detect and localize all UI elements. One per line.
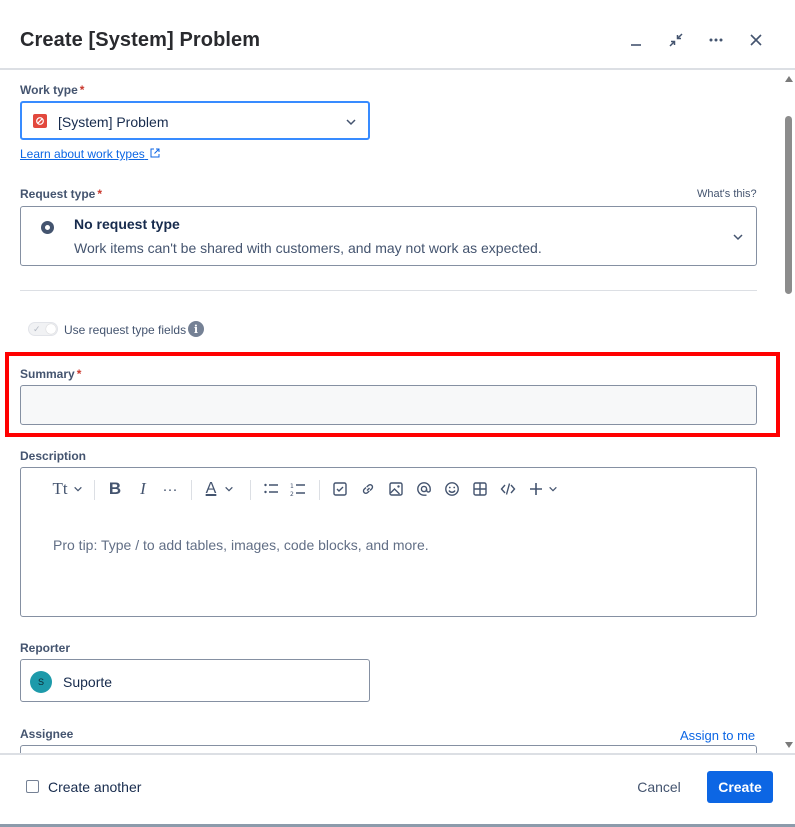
modal-footer: Create another Cancel Create — [0, 753, 795, 827]
section-divider — [20, 290, 757, 291]
code-block-button[interactable] — [498, 478, 518, 500]
minimize-button[interactable] — [620, 24, 652, 56]
close-button[interactable] — [740, 24, 772, 56]
numbered-list-button[interactable]: 12 — [288, 478, 308, 500]
check-icon: ✓ — [33, 324, 41, 334]
description-placeholder: Pro tip: Type / to add tables, images, c… — [53, 537, 429, 553]
avatar: S — [30, 671, 52, 693]
close-icon — [750, 34, 762, 46]
bullet-list-button[interactable] — [261, 478, 281, 500]
more-icon — [709, 38, 723, 42]
image-button[interactable] — [386, 478, 406, 500]
toolbar-separator — [191, 480, 192, 500]
chevron-down-icon — [733, 234, 743, 241]
more-actions-button[interactable] — [700, 24, 732, 56]
description-editor[interactable]: Tt B I ··· A 12 Pro tip: Type / to add t… — [20, 467, 757, 617]
description-label: Description — [20, 449, 87, 463]
chevron-down-icon — [549, 486, 557, 492]
insert-button[interactable] — [526, 478, 546, 500]
request-type-fields-toggle[interactable]: ✓ — [28, 322, 58, 336]
summary-input[interactable] — [20, 385, 757, 425]
link-icon — [362, 484, 374, 494]
modal-title: Create [System] Problem — [20, 29, 261, 51]
external-link-icon — [150, 148, 160, 158]
toggle-label: Use request type fields — [64, 323, 187, 337]
bullet-list-icon — [264, 483, 278, 494]
assignee-label: Assignee — [20, 727, 74, 741]
checklist-button[interactable] — [330, 478, 350, 500]
more-formatting-button[interactable]: ··· — [160, 478, 180, 500]
request-type-title: No request type — [74, 216, 180, 232]
request-type-select[interactable]: No request type Work items can't be shar… — [20, 206, 757, 266]
mention-button[interactable] — [414, 478, 434, 500]
italic-button[interactable]: I — [133, 478, 153, 500]
collapse-icon — [669, 33, 683, 47]
bold-button[interactable]: B — [105, 478, 125, 500]
mention-icon — [417, 482, 431, 496]
info-icon[interactable]: i — [188, 321, 204, 337]
create-button[interactable]: Create — [707, 771, 773, 803]
create-another-label[interactable]: Create another — [48, 779, 141, 795]
create-another-checkbox[interactable] — [26, 780, 39, 793]
toolbar-separator — [319, 480, 320, 500]
link-button[interactable] — [358, 478, 378, 500]
scrollbar-thumb[interactable] — [785, 116, 792, 294]
scroll-up-arrow-icon[interactable] — [785, 76, 793, 82]
learn-work-types-link[interactable]: Learn about work types — [20, 147, 160, 161]
emoji-icon — [445, 482, 459, 496]
work-type-value: [System] Problem — [58, 114, 169, 130]
request-type-subtitle: Work items can't be shared with customer… — [74, 240, 542, 256]
chevron-down-icon — [74, 486, 82, 492]
chevron-down-icon — [346, 119, 356, 126]
table-button[interactable] — [470, 478, 490, 500]
reporter-name: Suporte — [63, 674, 113, 690]
checkbox-icon — [333, 482, 347, 496]
image-icon — [389, 482, 403, 496]
plus-icon — [530, 483, 542, 495]
whats-this-link[interactable]: What's this? — [697, 188, 757, 200]
scroll-down-arrow-icon[interactable] — [785, 742, 793, 748]
svg-text:2: 2 — [290, 491, 294, 497]
svg-text:1: 1 — [290, 483, 294, 490]
reporter-label: Reporter — [20, 641, 71, 655]
toolbar-separator — [94, 480, 95, 500]
summary-label: Summary * — [20, 367, 82, 381]
request-type-radio-icon — [41, 221, 54, 234]
reporter-select[interactable]: S Suporte — [20, 659, 370, 702]
code-icon — [500, 483, 516, 495]
toggle-knob — [46, 324, 56, 334]
text-color-button[interactable]: A — [202, 478, 220, 500]
numbered-list-icon: 12 — [290, 483, 305, 497]
minimize-icon — [631, 44, 641, 46]
collapse-button[interactable] — [660, 24, 692, 56]
work-type-label: Work type * — [20, 83, 85, 97]
assign-to-me-link[interactable]: Assign to me — [680, 728, 755, 743]
cancel-button[interactable]: Cancel — [626, 771, 692, 803]
modal-header: Create [System] Problem — [0, 0, 795, 70]
table-icon — [473, 482, 487, 496]
toolbar-separator — [250, 480, 251, 500]
request-type-label: Request type * — [20, 187, 103, 201]
emoji-button[interactable] — [442, 478, 462, 500]
scrollbar[interactable] — [782, 72, 795, 752]
work-type-select[interactable]: [System] Problem — [20, 101, 370, 140]
chevron-down-icon — [225, 486, 233, 492]
text-style-button[interactable]: Tt — [49, 478, 71, 500]
problem-icon — [33, 114, 47, 128]
